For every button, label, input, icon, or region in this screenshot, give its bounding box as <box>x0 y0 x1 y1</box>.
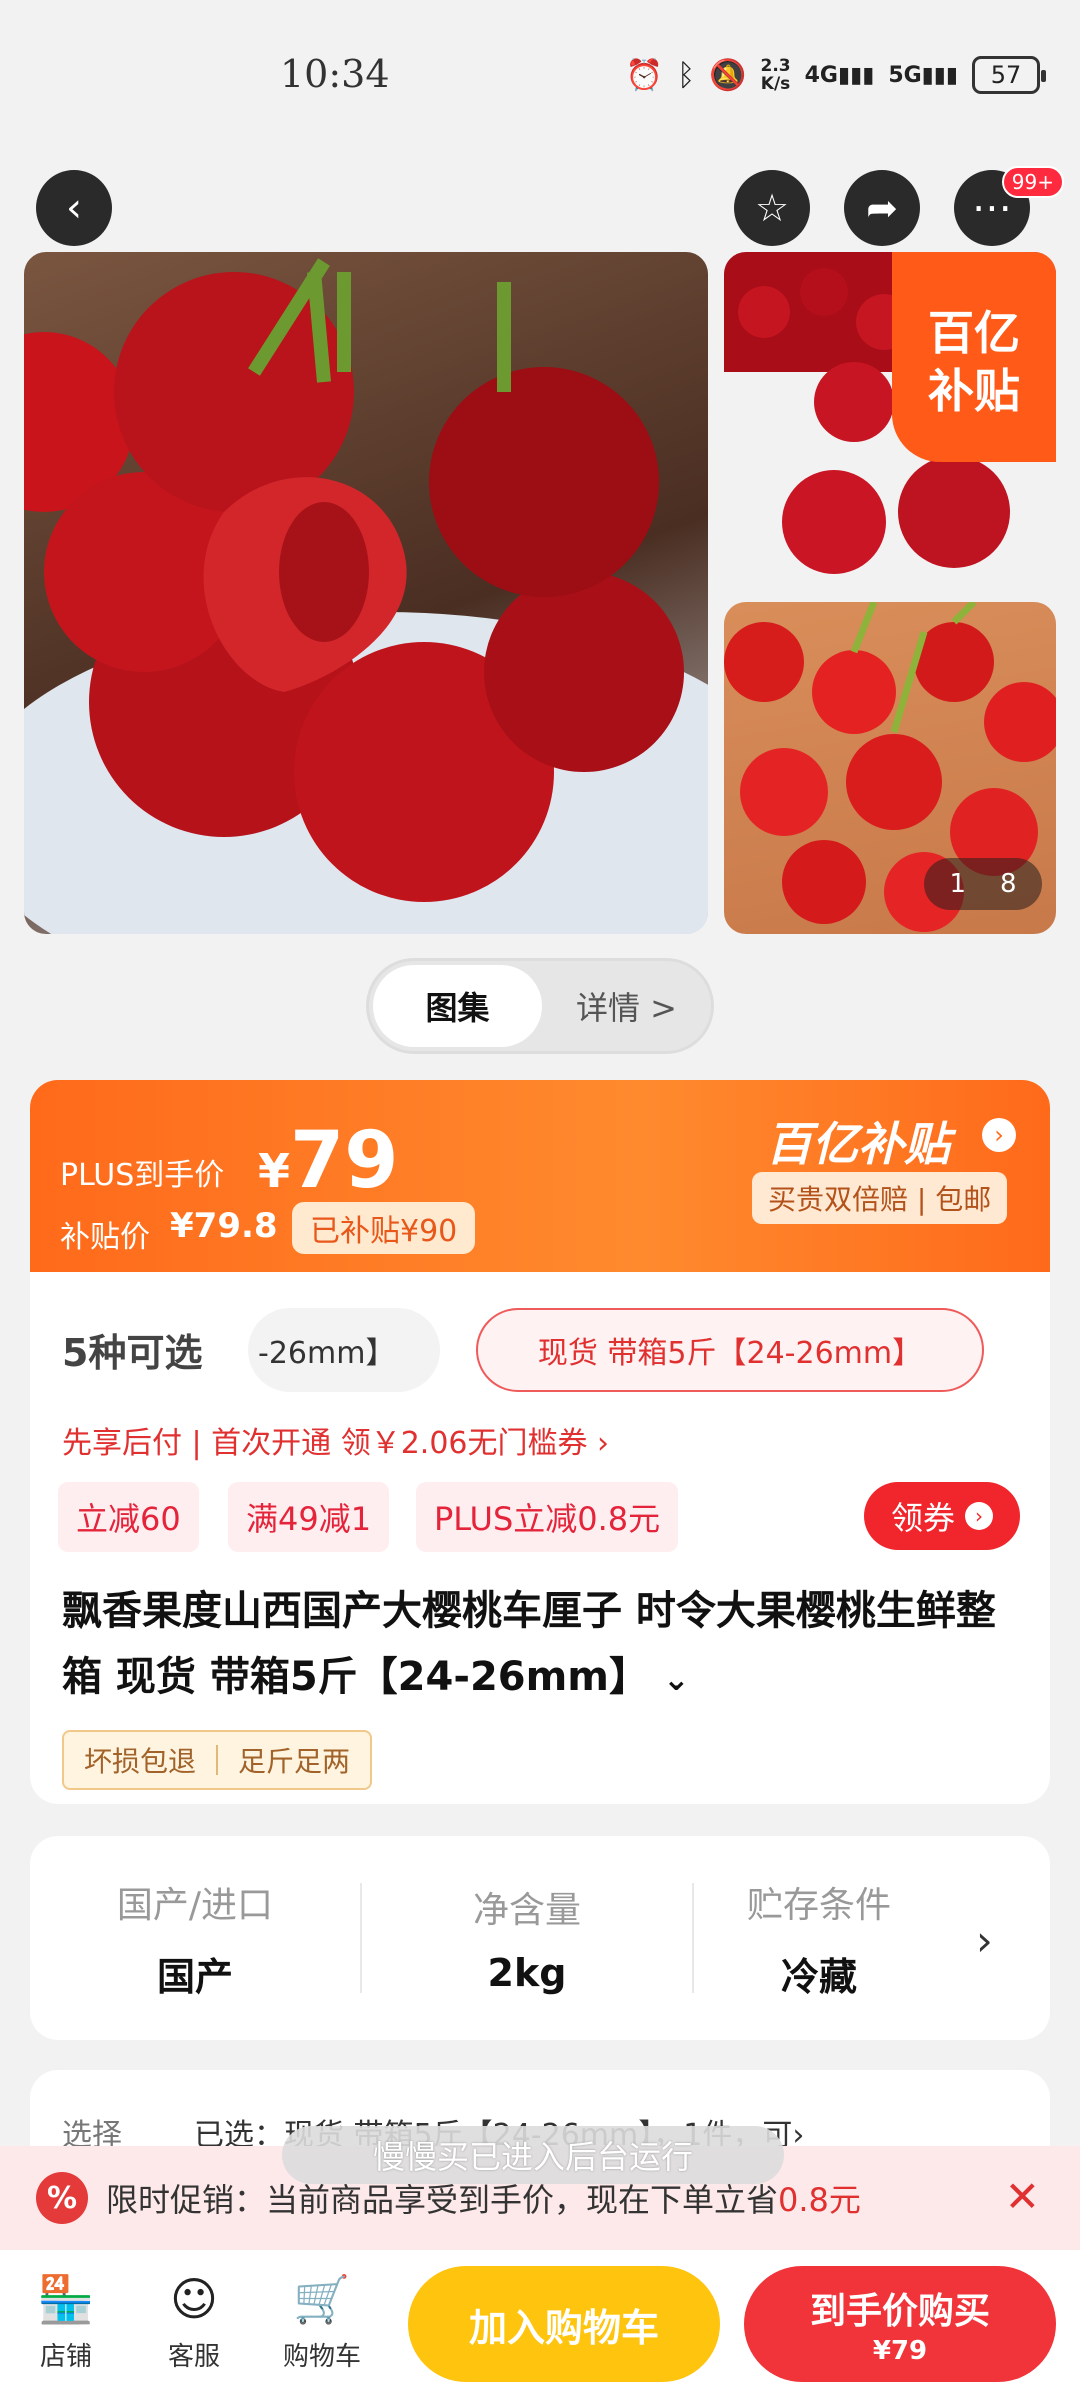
spec-origin: 国产/进口国产 <box>30 1876 360 2001</box>
net-speed: 2.3 K/s <box>760 56 791 94</box>
back-button[interactable]: ‹ <box>36 170 112 246</box>
variant-count[interactable]: 5种可选 <box>62 1322 202 1377</box>
product-title[interactable]: 飘香果度山西国产大樱桃车厘子 时令大果樱桃生鲜整箱 现货 带箱5斤【24-26m… <box>62 1578 1022 1712</box>
promo-banner-amount: 0.8元 <box>778 2181 861 2219</box>
status-icons: ⏰ ᛒ 🔕 2.3 K/s 4G▮▮▮ 5G▮▮▮ 57 <box>625 56 1046 94</box>
plus-price: ¥79 <box>258 1116 399 1206</box>
promo-tag: 满49减1 <box>228 1482 390 1552</box>
variant-option-selected[interactable]: 现货 带箱5斤【24-26mm】 <box>476 1308 984 1392</box>
spec-key: 贮存条件 <box>746 1884 891 1926</box>
plus-price-label: PLUS到手价 <box>60 1158 225 1193</box>
cart-icon: 🛒 <box>293 2271 351 2326</box>
cart-label: 购物车 <box>282 2342 361 2372</box>
chevron-right-icon: › <box>982 1118 1016 1152</box>
service-tags: 坏损包退 足斤足两 <box>62 1730 373 1790</box>
product-title-text: 飘香果度山西国产大樱桃车厘子 时令大果樱桃生鲜整箱 现货 带箱5斤【24-26m… <box>62 1588 996 1700</box>
chevron-left-icon: ‹ <box>66 185 82 231</box>
promo-banner-prefix: 限时促销：当前商品享受到手价，现在下单立省 <box>106 2181 779 2219</box>
spec-storage: 贮存条件 冷藏 <box>694 1876 944 2001</box>
gallery-counter-total: 8 <box>1000 869 1017 899</box>
mute-icon: 🔕 <box>709 57 747 93</box>
favorite-button[interactable]: ☆ <box>734 170 810 246</box>
tab-details[interactable]: 详情 > <box>542 965 711 1047</box>
buy-now-button[interactable]: 到手价购买 ¥79 <box>744 2266 1056 2382</box>
spec-value: 冷藏 <box>780 1954 857 1999</box>
product-image-main[interactable] <box>24 252 708 934</box>
cherries-illustration <box>24 258 708 934</box>
guarantee-badge: 买贵双倍赔 | 包邮 <box>752 1172 1008 1224</box>
share-button[interactable]: ➦ <box>844 170 920 246</box>
cart-button[interactable]: 🛒 购物车 <box>272 2266 372 2373</box>
subsidy-corner-badge: 百亿 补贴 <box>892 252 1056 462</box>
background-toast: 慢慢买已进入后台运行 <box>282 2126 784 2184</box>
get-coupon-label: 领券 <box>890 1499 955 1537</box>
currency-symbol: ¥ <box>258 1144 291 1198</box>
tab-gallery[interactable]: 图集 <box>373 965 542 1047</box>
service-tag: 足斤足两 <box>238 1745 351 1778</box>
store-button[interactable]: 🏪 店铺 <box>16 2266 116 2373</box>
alarm-icon: ⏰ <box>625 57 664 93</box>
spec-value: 2kg <box>487 1951 567 1995</box>
specs-card[interactable]: 国产/进口国产 净含量 2kg 贮存条件冷藏 <box>30 1836 1050 2040</box>
store-label: 店铺 <box>39 2342 92 2372</box>
promo-tag: PLUS立减0.8元 <box>416 1482 679 1552</box>
subsidy-price: ¥79.8 <box>170 1206 278 1246</box>
gallery-counter-current: 1 <box>949 869 966 899</box>
store-icon: 🏪 <box>37 2271 95 2326</box>
bluetooth-icon: ᛒ <box>677 57 696 93</box>
signal-4g-icon: 4G▮▮▮ <box>804 62 875 88</box>
buy-now-price: ¥79 <box>872 2336 928 2366</box>
subsidy-price-label: 补贴价 <box>60 1220 150 1255</box>
close-icon[interactable]: ✕ <box>1005 2172 1040 2221</box>
star-icon: ☆ <box>754 186 790 230</box>
subsidized-tag: 已补贴¥90 <box>292 1202 476 1254</box>
plus-price-value: 79 <box>290 1116 399 1206</box>
battery-indicator: 57 <box>972 56 1046 94</box>
spec-key: 净含量 <box>472 1890 581 1931</box>
spec-net-weight: 净含量 2kg <box>362 1881 692 1995</box>
status-time: 10:34 <box>280 52 390 96</box>
gallery-counter: 1 8 <box>924 858 1042 910</box>
percent-icon: % <box>36 2172 88 2224</box>
customer-service-button[interactable]: ☺ 客服 <box>144 2266 244 2373</box>
chevron-right-icon[interactable]: › <box>976 1916 993 1965</box>
spec-value: 国产 <box>156 1954 233 1999</box>
chevron-down-icon: ⌄ <box>662 1660 690 1698</box>
chevron-right-icon: › <box>965 1502 993 1530</box>
chat-smile-icon: ☺ <box>170 2272 218 2326</box>
promo-tag: 立减60 <box>58 1482 199 1552</box>
subsidy-brand-link[interactable]: 百亿补贴 <box>766 1108 950 1174</box>
add-to-cart-button[interactable]: 加入购物车 <box>408 2266 720 2382</box>
variant-option[interactable]: -26mm】 <box>248 1308 440 1392</box>
buy-now-label: 到手价购买 <box>809 2291 990 2332</box>
customer-service-label: 客服 <box>167 2342 220 2372</box>
spec-key: 国产/进口 <box>116 1884 274 1926</box>
notification-badge: 99+ <box>1001 166 1064 198</box>
share-icon: ➦ <box>866 186 898 230</box>
pay-later-offer[interactable]: 先享后付 | 首次开通 领￥2.06无门槛券 › <box>62 1418 609 1462</box>
get-coupon-button[interactable]: 领券 › <box>864 1482 1020 1550</box>
battery-level: 57 <box>990 61 1022 89</box>
service-tag: 坏损包退 <box>84 1745 197 1778</box>
signal-5g-icon: 5G▮▮▮ <box>888 62 958 88</box>
gallery-tabs: 图集 详情 > <box>366 958 714 1054</box>
